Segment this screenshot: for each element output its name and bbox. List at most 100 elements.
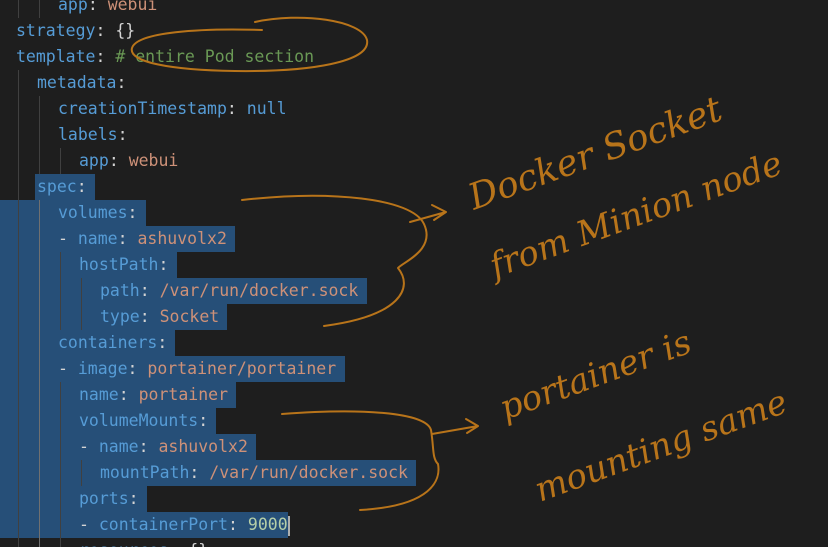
code-line[interactable]: - name: ashuvolx2: [0, 226, 828, 252]
code-token: /var/run/docker.sock: [209, 463, 408, 482]
code-token: :: [157, 333, 168, 352]
code-text: - image: portainer/portainer: [58, 356, 336, 382]
code-line[interactable]: mountPath: /var/run/docker.sock: [0, 460, 828, 486]
indent-guide: [39, 200, 40, 226]
code-line[interactable]: volumes:: [0, 200, 828, 226]
indent-guide: [18, 408, 19, 434]
indent-guide: [39, 356, 40, 382]
code-line[interactable]: type: Socket: [0, 304, 828, 330]
indent-guide: [39, 512, 40, 538]
code-token: :: [118, 385, 139, 404]
code-editor[interactable]: app: webui strategy: {} template: # entire…: [0, 0, 828, 547]
indent-guide: [39, 460, 40, 486]
code-text: metadata:: [37, 70, 126, 96]
code-token: metadata: [37, 73, 117, 92]
indent-guide: [39, 538, 40, 547]
code-token: mountPath: [100, 463, 190, 482]
code-text: creationTimestamp: null: [58, 96, 287, 122]
code-token: :: [198, 411, 209, 430]
code-text: containers:: [58, 330, 167, 356]
indent-guide: [18, 122, 19, 148]
code-token: :: [138, 437, 159, 456]
code-text: spec:: [37, 174, 87, 200]
code-line[interactable]: resources: {}: [0, 538, 828, 547]
code-token: -: [58, 229, 78, 248]
indent-guide: [39, 252, 40, 278]
code-token: :: [95, 47, 116, 66]
code-token: ashuvolx2: [137, 229, 227, 248]
code-text: mountPath: /var/run/docker.sock: [100, 460, 408, 486]
indent-guide: [60, 512, 61, 538]
code-line[interactable]: - name: ashuvolx2: [0, 434, 828, 460]
indent-guide: [18, 96, 19, 122]
indent-guide: [18, 512, 19, 538]
code-token: # entire Pod section: [115, 47, 315, 66]
indent-guide: [39, 122, 40, 148]
code-line[interactable]: app: webui: [0, 148, 828, 174]
code-text: hostPath:: [79, 252, 168, 278]
code-line[interactable]: path: /var/run/docker.sock: [0, 278, 828, 304]
indent-guide: [39, 382, 40, 408]
code-token: null: [246, 99, 287, 118]
code-token: :: [116, 73, 127, 92]
code-token: app: [58, 0, 88, 14]
code-line[interactable]: strategy: {}: [0, 18, 828, 44]
code-token: :: [158, 255, 169, 274]
code-text: ports:: [79, 486, 139, 512]
code-token: app: [79, 151, 109, 170]
code-line[interactable]: template: # entire Pod section: [0, 44, 828, 70]
code-text: path: /var/run/docker.sock: [100, 278, 358, 304]
code-text: strategy: {}: [16, 18, 135, 44]
code-line[interactable]: hostPath:: [0, 252, 828, 278]
code-text: template: # entire Pod section: [16, 44, 314, 70]
code-token: /var/run/docker.sock: [159, 281, 359, 300]
code-token: -: [79, 437, 99, 456]
code-line[interactable]: creationTimestamp: null: [0, 96, 828, 122]
code-token: name: [79, 385, 119, 404]
code-text: volumeMounts:: [79, 408, 208, 434]
code-token: webui: [107, 0, 158, 14]
code-line[interactable]: containers:: [0, 330, 828, 356]
code-token: template: [16, 47, 96, 66]
indent-guide: [18, 174, 19, 200]
code-text: name: portainer: [79, 382, 228, 408]
code-token: :: [127, 359, 148, 378]
code-token: spec: [37, 177, 77, 196]
indent-guide: [60, 434, 61, 460]
code-token: :: [117, 125, 128, 144]
code-token: hostPath: [79, 255, 159, 274]
code-token: : {}: [168, 541, 208, 547]
indent-guide: [18, 304, 19, 330]
indent-guide: [60, 486, 61, 512]
code-token: ashuvolx2: [158, 437, 248, 456]
code-token: webui: [128, 151, 179, 170]
code-token: labels: [58, 125, 118, 144]
code-token: portainer/portainer: [147, 359, 337, 378]
indent-guide: [39, 0, 40, 18]
indent-guide: [39, 96, 40, 122]
code-line[interactable]: ports:: [0, 486, 828, 512]
indent-guide: [18, 278, 19, 304]
indent-guide: [39, 330, 40, 356]
code-text: - containerPort: 9000: [79, 512, 290, 538]
code-token: Socket: [159, 307, 220, 326]
code-token: -: [58, 359, 78, 378]
code-line[interactable]: - containerPort: 9000: [0, 512, 828, 538]
code-token: :: [108, 151, 129, 170]
code-token: portainer: [138, 385, 229, 404]
code-token: name: [77, 229, 118, 248]
code-line[interactable]: volumeMounts:: [0, 408, 828, 434]
code-text: - name: ashuvolx2: [58, 226, 227, 252]
indent-guide: [39, 278, 40, 304]
code-line[interactable]: metadata:: [0, 70, 828, 96]
code-line[interactable]: labels:: [0, 122, 828, 148]
code-line[interactable]: name: portainer: [0, 382, 828, 408]
indent-guide: [18, 460, 19, 486]
code-line[interactable]: app: webui: [0, 0, 828, 18]
code-line[interactable]: - image: portainer/portainer: [0, 356, 828, 382]
code-line[interactable]: spec:: [0, 174, 828, 200]
code-token: -: [79, 515, 99, 534]
code-token: resources: [79, 541, 168, 547]
indent-guide: [18, 252, 19, 278]
indent-guide: [60, 382, 61, 408]
